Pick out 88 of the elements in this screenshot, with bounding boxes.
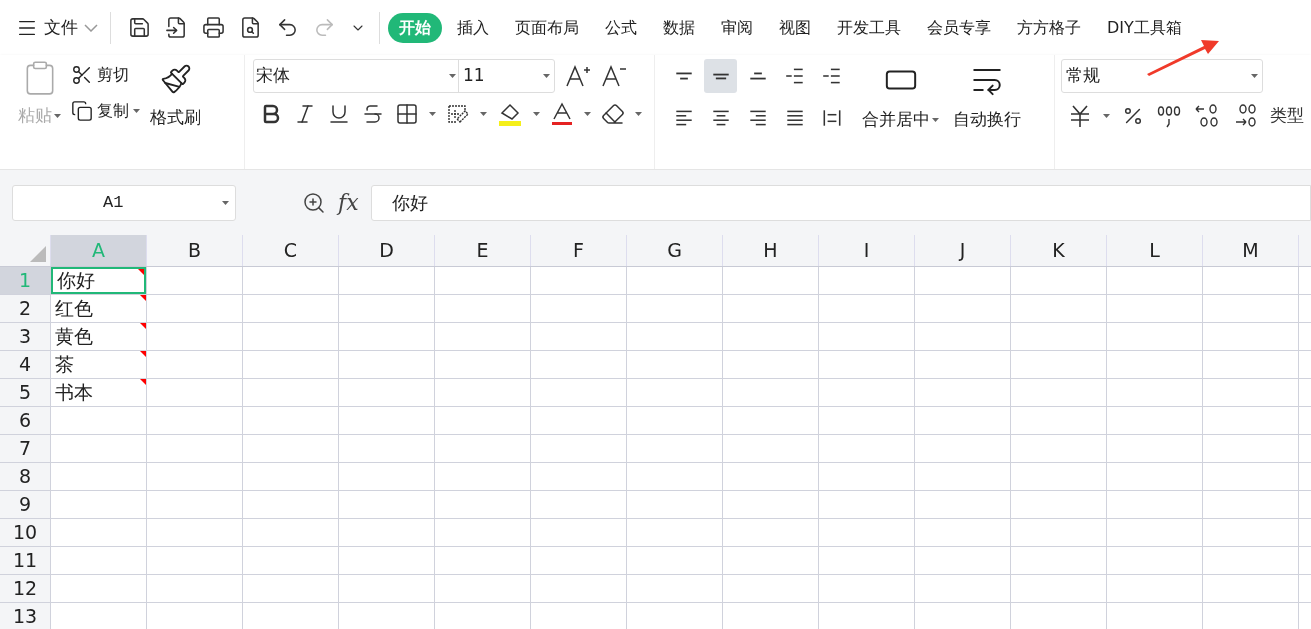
- alignment-icon: [711, 72, 730, 80]
- column-header[interactable]: L: [1106, 235, 1202, 266]
- ribbon-tab[interactable]: DIY工具箱: [1096, 12, 1193, 43]
- caret-icon: [54, 113, 61, 118]
- caret-icon: [932, 117, 939, 122]
- ribbon-tab[interactable]: 插入: [446, 12, 500, 43]
- table-cell[interactable]: 书本: [51, 379, 146, 406]
- caret-icon: [429, 112, 436, 116]
- column-header[interactable]: K: [1010, 235, 1106, 266]
- caret-icon: [133, 109, 140, 113]
- type-conversion-label[interactable]: 类型: [1270, 103, 1304, 129]
- name-box[interactable]: A1: [12, 184, 236, 221]
- column-header[interactable]: B: [146, 235, 242, 266]
- table-cell[interactable]: 你好: [51, 267, 146, 294]
- align-button[interactable]: [704, 59, 737, 93]
- borders-icon[interactable]: [395, 102, 419, 126]
- row-header[interactable]: 13: [0, 603, 50, 629]
- decrease-font-icon[interactable]: [601, 64, 627, 88]
- alignment-icon: [748, 72, 767, 80]
- paintbrush-icon: [159, 63, 192, 95]
- table-cell[interactable]: 黄色: [51, 323, 146, 350]
- underline-icon[interactable]: [327, 102, 351, 126]
- increase-font-icon[interactable]: [565, 64, 591, 88]
- column-header[interactable]: E: [434, 235, 530, 266]
- ribbon-tab[interactable]: 方方格子: [1006, 12, 1092, 43]
- comment-marker-icon: [140, 295, 146, 301]
- row-header[interactable]: 10: [0, 519, 50, 546]
- wrap-text-button[interactable]: 自动换行: [953, 59, 1021, 169]
- thousands-icon[interactable]: [1156, 104, 1182, 128]
- row-header[interactable]: 8: [0, 463, 50, 490]
- column-header[interactable]: G: [626, 235, 722, 266]
- caret-icon: [1103, 114, 1110, 118]
- column-header[interactable]: H: [722, 235, 818, 266]
- table-cell[interactable]: 红色: [51, 295, 146, 322]
- cut-button[interactable]: 剪切: [71, 63, 140, 87]
- table-cell[interactable]: 茶: [51, 351, 146, 378]
- comment-marker-icon: [138, 269, 144, 275]
- copy-button[interactable]: 复制: [71, 99, 140, 123]
- fill-color-icon[interactable]: [497, 101, 523, 127]
- percent-icon[interactable]: [1122, 105, 1144, 127]
- ribbon-tab[interactable]: 数据: [652, 12, 706, 43]
- caret-icon: [584, 112, 591, 116]
- ribbon-tab[interactable]: 视图: [768, 12, 822, 43]
- chevron-icon: [84, 23, 98, 32]
- caret-icon: [533, 112, 540, 116]
- alignment-icon: [674, 72, 693, 80]
- column-header[interactable]: M: [1202, 235, 1298, 266]
- caret-icon: [480, 112, 487, 116]
- ribbon-tab[interactable]: 公式: [594, 12, 648, 43]
- row-header[interactable]: 6: [0, 407, 50, 434]
- row-header[interactable]: 5: [0, 379, 50, 406]
- comment-marker-icon: [140, 323, 146, 329]
- column-header[interactable]: F: [530, 235, 626, 266]
- strikethrough-icon[interactable]: [361, 102, 385, 126]
- column-header[interactable]: J: [914, 235, 1010, 266]
- number-format-field[interactable]: 常规: [1061, 59, 1263, 93]
- ribbon-tab[interactable]: 页面布局: [504, 12, 590, 43]
- format-painter-button[interactable]: 格式刷: [150, 59, 201, 131]
- font-color-icon[interactable]: [550, 101, 574, 127]
- comment-marker-icon: [140, 379, 146, 385]
- ribbon-tab[interactable]: 开发工具: [826, 12, 912, 43]
- file-menu[interactable]: 文件: [16, 14, 98, 41]
- row-header[interactable]: 2: [0, 295, 50, 322]
- row-header[interactable]: 4: [0, 351, 50, 378]
- column-header[interactable]: C: [242, 235, 338, 266]
- function-label[interactable]: fx: [338, 186, 359, 219]
- comment-marker-icon: [140, 351, 146, 357]
- zoom-icon[interactable]: [302, 190, 326, 215]
- eraser-icon[interactable]: [601, 102, 625, 126]
- ribbon-tab[interactable]: 会员专享: [916, 12, 1002, 43]
- formula-field[interactable]: 你好: [370, 184, 1311, 221]
- column-header[interactable]: I: [818, 235, 914, 266]
- currency-icon[interactable]: [1069, 104, 1091, 128]
- merge-center-button[interactable]: 合并居中: [862, 59, 939, 169]
- caret-icon: [635, 112, 642, 116]
- caret-icon: [1251, 74, 1258, 78]
- row-header[interactable]: 11: [0, 547, 50, 574]
- row-header[interactable]: 3: [0, 323, 50, 350]
- caret-icon: [222, 200, 229, 205]
- ribbon-tab[interactable]: 审阅: [710, 12, 764, 43]
- scissors-icon: [71, 64, 93, 86]
- row-header[interactable]: 7: [0, 435, 50, 462]
- row-header[interactable]: 9: [0, 491, 50, 518]
- cell-style-icon[interactable]: [446, 102, 470, 126]
- column-header[interactable]: D: [338, 235, 434, 266]
- copy-icon: [71, 100, 93, 122]
- increase-decimal-icon[interactable]: [1194, 103, 1220, 129]
- row-header[interactable]: 12: [0, 575, 50, 602]
